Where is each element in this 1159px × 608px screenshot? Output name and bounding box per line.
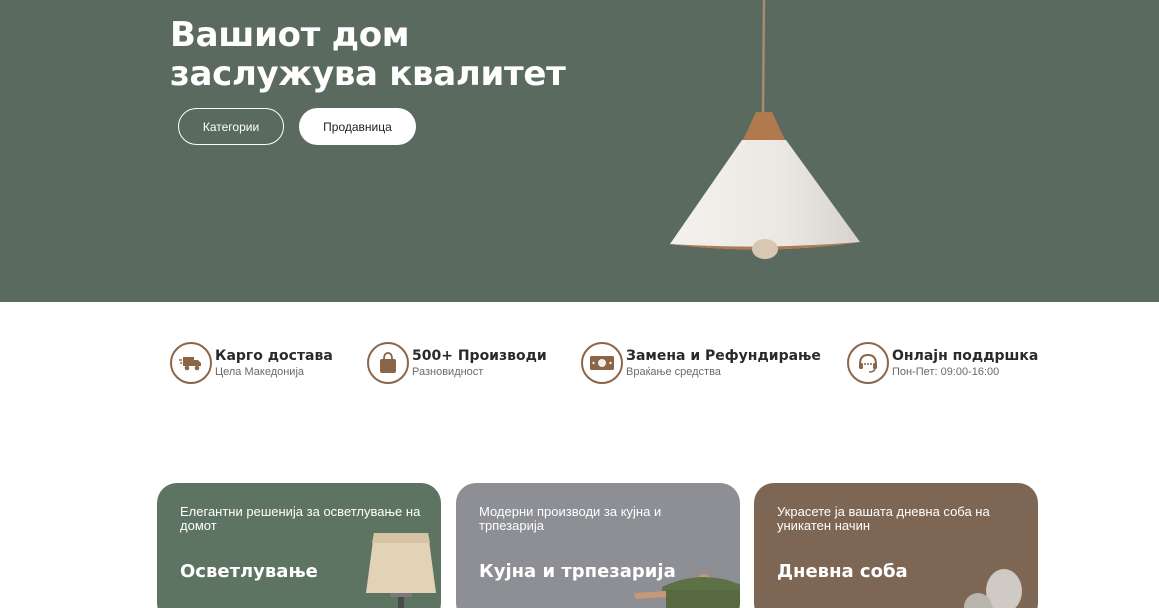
hero-banner: Вашиот дом заслужува квалитет Категории … xyxy=(0,0,1159,302)
feature-shipping: Карго достава Цела Македонија xyxy=(170,342,333,384)
money-icon xyxy=(581,342,623,384)
feature-subtitle: Враќање средства xyxy=(626,365,721,378)
feature-subtitle: Разновидност xyxy=(412,365,484,378)
shop-button[interactable]: Продавница xyxy=(299,108,416,145)
features-bar: Карго достава Цела Македонија 500+ Произ… xyxy=(0,342,1159,386)
feature-subtitle: Цела Македонија xyxy=(215,365,305,378)
category-card-kitchen[interactable]: Модерни производи за кујна и трпезарија … xyxy=(456,483,740,608)
pendant-lamp-image xyxy=(670,0,860,259)
feature-products: 500+ Производи Разновидност xyxy=(367,342,547,384)
category-title: Дневна соба xyxy=(777,561,908,582)
feature-title: Карго достава xyxy=(215,347,333,364)
feature-title: Замена и Рефундирање xyxy=(626,347,821,364)
category-title: Осветлување xyxy=(180,561,318,582)
shopping-bag-icon xyxy=(367,342,409,384)
category-description: Модерни производи за кујна и трпезарија xyxy=(479,504,662,533)
category-card-living-room[interactable]: Украсете ја вашата дневна соба на уникат… xyxy=(754,483,1038,608)
category-card-lighting[interactable]: Елегантни решенија за осветлување на дом… xyxy=(157,483,441,608)
vase-image xyxy=(964,569,1022,608)
hero-title: Вашиот дом заслужува квалитет xyxy=(170,16,566,94)
headset-icon xyxy=(847,342,889,384)
hero-title-line2: заслужува квалитет xyxy=(170,54,566,94)
feature-title: 500+ Производи xyxy=(412,347,547,364)
categories-button[interactable]: Категории xyxy=(178,108,284,145)
feature-refund: Замена и Рефундирање Враќање средства xyxy=(581,342,821,384)
table-lamp-image xyxy=(366,533,436,608)
truck-icon xyxy=(170,342,212,384)
category-description: Украсете ја вашата дневна соба на уникат… xyxy=(777,504,990,533)
feature-subtitle: Пон-Пет: 09:00-16:00 xyxy=(892,365,1000,378)
feature-support: Онлајн поддршка Пон-Пет: 09:00-16:00 xyxy=(847,342,1038,384)
hero-title-line1: Вашиот дом xyxy=(170,15,410,55)
feature-title: Онлајн поддршка xyxy=(892,347,1039,364)
cooking-pot-image xyxy=(634,574,740,608)
